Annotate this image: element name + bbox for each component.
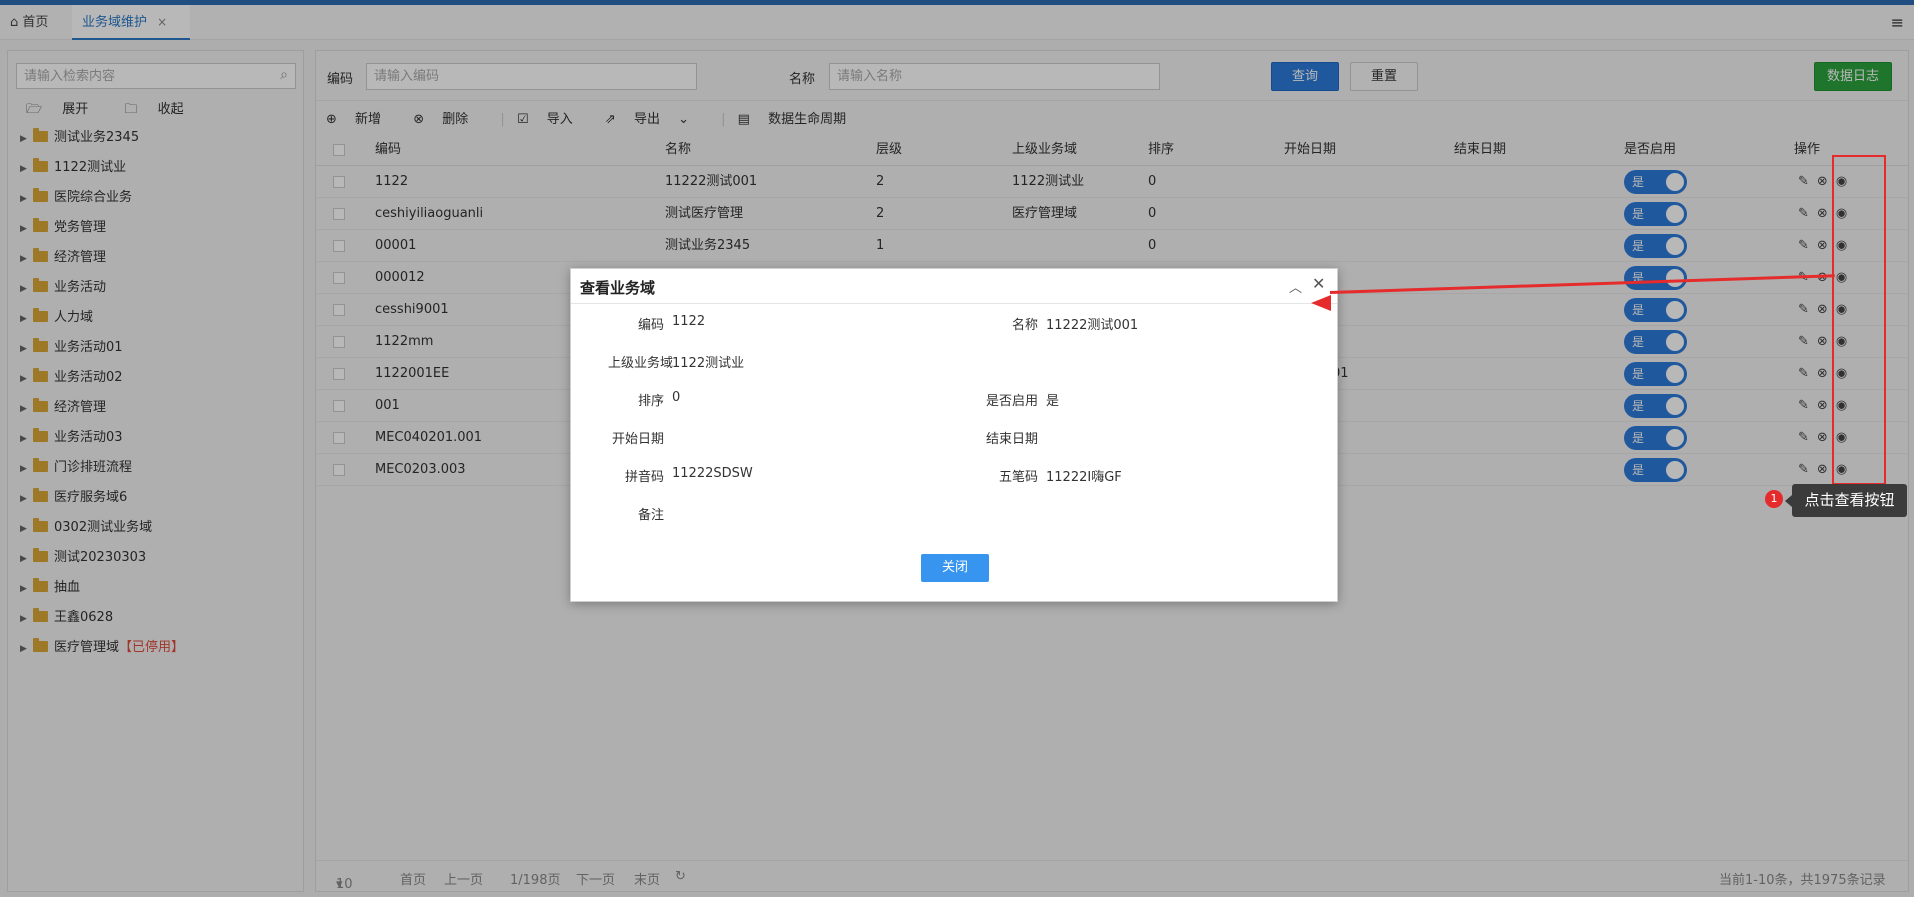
enabled-label: 是否启用 [985,394,1038,409]
annotation-tooltip: 点击查看按钮 [1785,484,1907,517]
sort-label: 排序 [637,394,664,409]
remark-label: 备注 [637,508,664,523]
chevron-up-icon[interactable]: ︿ [1289,277,1302,296]
code-label: 编码 [637,318,664,333]
start-date-label: 开始日期 [611,432,664,447]
name-value: 11222测试001 [1046,318,1139,333]
pinyin-label: 拼音码 [624,470,664,485]
view-button-highlight [1832,155,1886,485]
wubi-value: 11222I嗨GF [1046,470,1122,485]
enabled-value: 是 [1046,394,1060,409]
name-label: 名称 [1011,318,1038,333]
close-button[interactable]: 关闭 [921,554,989,582]
parent-value: 1122测试业 [672,356,745,371]
close-icon[interactable]: ✕ [1312,274,1325,293]
parent-label: 上级业务域 [607,356,673,371]
pointer-arrow-head [1311,295,1331,311]
dialog-title: 查看业务域 [580,279,656,297]
dialog-header: 查看业务域 ︿ ✕ [571,269,1337,304]
wubi-label: 五笔码 [998,470,1038,485]
step-badge: 1 [1765,490,1783,508]
sort-value: 0 [672,390,681,405]
code-value: 1122 [672,314,706,329]
pinyin-value: 11222SDSW [672,466,753,481]
view-domain-dialog: 查看业务域 ︿ ✕ 编码 1122 名称 11222测试001 上级业务域 11… [570,268,1338,602]
end-date-label: 结束日期 [985,432,1038,447]
